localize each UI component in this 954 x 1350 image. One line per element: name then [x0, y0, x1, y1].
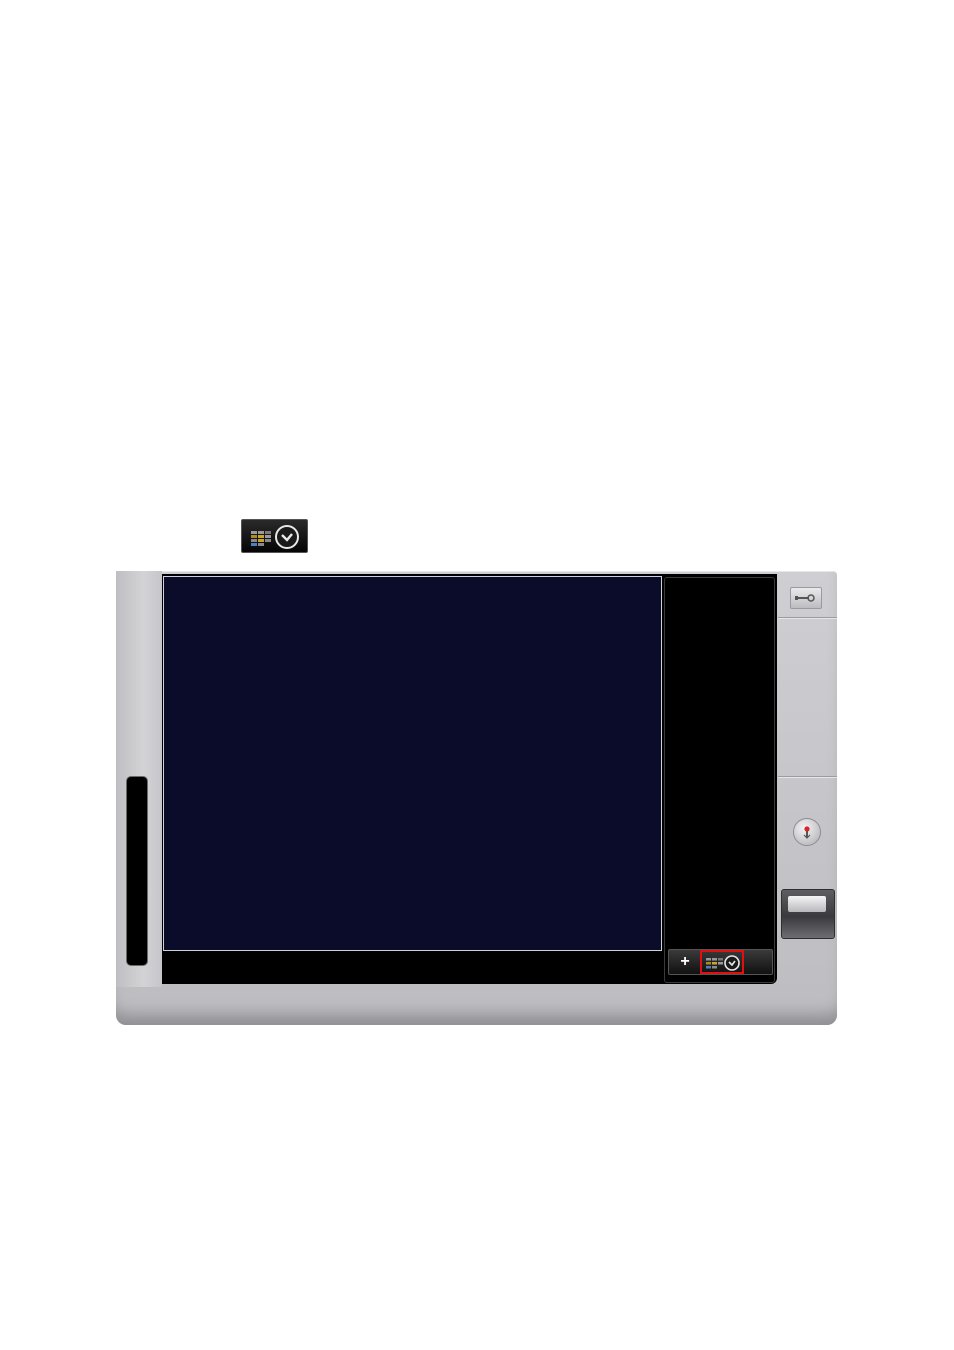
wrench-icon [795, 594, 815, 602]
schedule-clock-icon [706, 955, 740, 971]
record-button[interactable] [793, 818, 821, 846]
panel-divider [778, 617, 837, 618]
left-slider-track[interactable] [127, 777, 147, 965]
left-panel [116, 571, 162, 987]
channel-list-panel[interactable]: + [664, 577, 775, 983]
video-status-strip [162, 952, 662, 984]
settings-button[interactable] [790, 587, 822, 609]
video-display-area[interactable] [163, 576, 662, 951]
channel-list-toolbar: + [668, 949, 773, 975]
add-button[interactable]: + [673, 952, 697, 972]
right-control-panel [778, 571, 837, 987]
large-action-button-face [788, 896, 826, 912]
schedule-clock-icon [251, 525, 299, 549]
schedule-button[interactable] [700, 950, 744, 974]
panel-divider [778, 776, 837, 777]
dvr-viewer-window: + [116, 571, 837, 1025]
large-action-button[interactable] [781, 889, 835, 939]
schedule-icon-reference [241, 519, 308, 553]
main-view-frame: + [162, 574, 777, 984]
record-icon [803, 826, 811, 839]
